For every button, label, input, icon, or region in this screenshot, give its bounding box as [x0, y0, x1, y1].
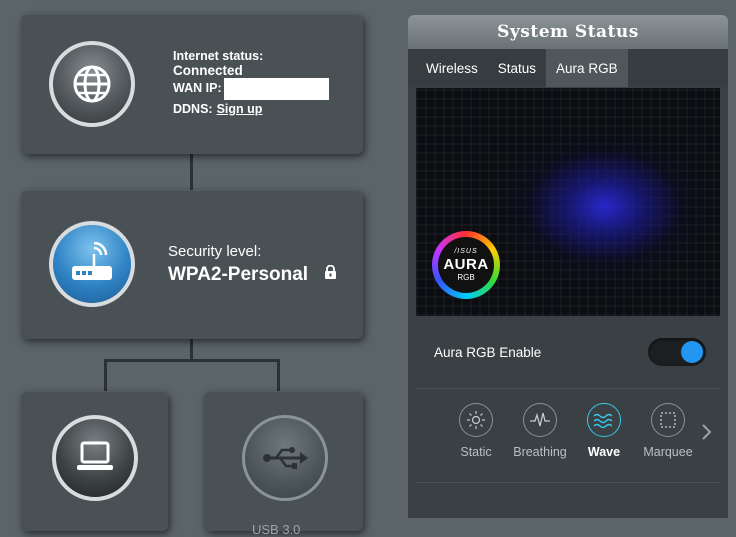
laptop-icon: [77, 441, 113, 470]
mode-breathing[interactable]: Breathing: [508, 403, 572, 459]
toggle-knob: [681, 341, 703, 363]
sun-icon: [467, 411, 485, 429]
connector-to-usb: [277, 359, 280, 391]
wan-ip-value: [223, 77, 329, 100]
mode-wave[interactable]: Wave: [572, 403, 636, 459]
tab-aura-rgb[interactable]: Aura RGB: [546, 49, 628, 87]
aura-logo-brand: /ISUS: [454, 248, 478, 255]
internet-globe-button[interactable]: [49, 41, 135, 127]
internet-card[interactable]: Internet status: Connected WAN IP: DDNS:…: [21, 14, 363, 154]
aura-enable-row: Aura RGB Enable: [434, 337, 706, 367]
ddns-label: DDNS:: [173, 102, 213, 116]
connector-horizontal: [104, 359, 280, 362]
chevron-right-icon[interactable]: [701, 423, 713, 441]
mode-marquee-label: Marquee: [643, 445, 693, 459]
mode-marquee[interactable]: Marquee: [636, 403, 700, 459]
aura-rgb-logo: /ISUS AURA RGB: [432, 231, 500, 299]
mode-breathing-label: Breathing: [513, 445, 567, 459]
aura-logo-name: AURA: [443, 256, 489, 273]
aura-mode-list: Static Breathing Wave Marquee: [444, 403, 700, 459]
panel-tabs: Wireless Status Aura RGB: [408, 49, 728, 87]
internet-info: Internet status: Connected WAN IP: DDNS:…: [173, 49, 329, 120]
aura-preview-image: /ISUS AURA RGB: [416, 88, 720, 316]
aura-logo-sub: RGB: [457, 273, 475, 282]
clients-button[interactable]: [52, 415, 138, 501]
ddns-signup-link[interactable]: Sign up: [217, 99, 263, 120]
aura-enable-toggle[interactable]: [648, 338, 706, 366]
lock-icon: [325, 265, 336, 279]
router-button[interactable]: [49, 221, 135, 307]
router-icon: [72, 242, 112, 280]
aura-enable-label: Aura RGB Enable: [434, 344, 542, 360]
divider-1: [416, 388, 720, 389]
usb-caption: USB 3.0: [252, 522, 301, 537]
connector-to-clients: [104, 359, 107, 391]
marquee-icon: [660, 412, 676, 428]
pulse-icon: [530, 412, 550, 427]
security-card[interactable]: Security level: WPA2-Personal: [21, 190, 363, 339]
tab-wireless[interactable]: Wireless: [416, 49, 488, 87]
globe-icon: [73, 65, 111, 103]
wave-icon: [593, 413, 613, 428]
connector-security-clients: [190, 339, 193, 361]
usb-icon: [263, 447, 308, 469]
security-level-label: Security level:: [168, 243, 262, 260]
panel-title: System Status: [408, 15, 728, 49]
divider-2: [416, 482, 720, 483]
mode-static-label: Static: [460, 445, 492, 459]
system-status-panel: System Status Wireless Status Aura RGB /…: [408, 15, 728, 518]
mode-static[interactable]: Static: [444, 403, 508, 459]
wan-ip-label: WAN IP:: [173, 81, 222, 95]
mode-wave-label: Wave: [587, 445, 621, 459]
connector-internet-security: [190, 154, 193, 190]
usb-button[interactable]: [242, 415, 328, 501]
tab-status[interactable]: Status: [488, 49, 546, 87]
usb-card[interactable]: USB 3.0: [204, 391, 363, 537]
security-level-value: WPA2-Personal: [168, 264, 309, 285]
clients-card[interactable]: [21, 391, 168, 531]
